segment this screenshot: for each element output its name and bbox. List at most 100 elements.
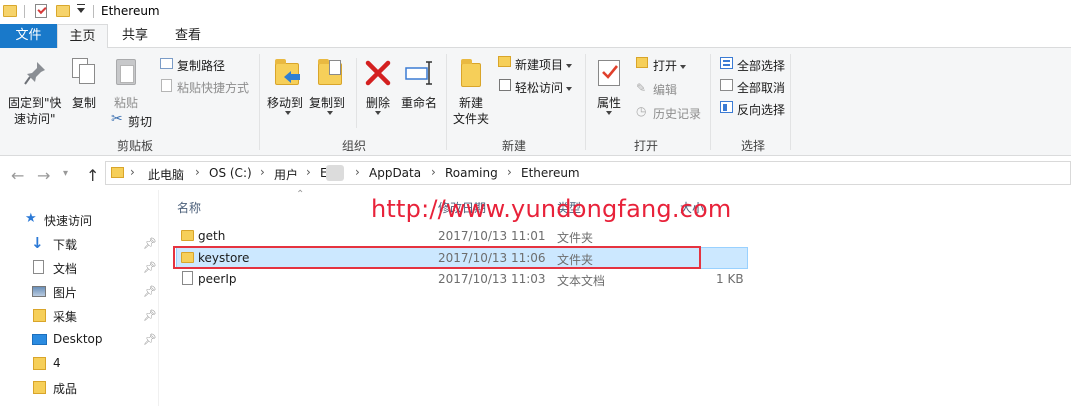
nav-item-label: 文档 xyxy=(53,262,78,276)
move-arrow-icon xyxy=(284,71,300,83)
clipboard-group-label: 剪贴板 xyxy=(116,139,153,153)
breadcrumb-chevron-icon[interactable]: › xyxy=(260,165,265,179)
nav-item-label: 成品 xyxy=(53,382,78,396)
paste-shortcut-icon xyxy=(161,79,172,92)
back-arrow-icon[interactable]: ← xyxy=(11,166,24,185)
separator xyxy=(356,58,357,128)
breadcrumb-chevron-icon[interactable]: › xyxy=(195,165,200,179)
rename-icon xyxy=(405,61,432,85)
pin-icon[interactable]: 📌︎ xyxy=(143,309,157,322)
select-none-icon xyxy=(720,79,733,91)
copy-to-dropdown-caret xyxy=(327,111,333,115)
tab-view[interactable]: 查看 xyxy=(163,24,213,49)
ribbon: 固定到"快 速访问" 复制 粘贴 复制路径 粘贴快捷方式 ✂ 剪切 剪贴板 移动… xyxy=(0,48,1071,156)
new-folder-icon xyxy=(461,59,481,87)
new-item-dropdown-caret xyxy=(566,63,573,68)
sort-ascending-icon: ⌃ xyxy=(296,189,305,200)
redacted-username xyxy=(326,165,344,181)
breadcrumb-ethereum[interactable]: Ethereum xyxy=(521,166,580,180)
picture-icon xyxy=(32,286,46,297)
folder-icon xyxy=(181,230,194,241)
forward-arrow-icon[interactable]: → xyxy=(37,166,50,185)
move-to-label: 移动到 xyxy=(267,96,304,110)
select-group-label: 选择 xyxy=(740,139,765,153)
nav-item-label: 4 xyxy=(53,356,61,370)
new-folder-quick-icon[interactable] xyxy=(56,5,70,17)
title-bar: Ethereum xyxy=(0,0,1071,24)
nav-item-label: 下载 xyxy=(53,238,78,252)
properties-quick-icon[interactable] xyxy=(35,4,47,18)
nav-item-documents[interactable]: 文档 📌︎ xyxy=(20,257,160,279)
pin-label-line2: 速访问" xyxy=(14,112,56,126)
file-name: peerIp xyxy=(198,272,237,286)
pin-icon[interactable]: 📌︎ xyxy=(143,285,157,298)
scissors-icon: ✂ xyxy=(111,111,123,127)
copy-to-doc-icon xyxy=(329,60,341,75)
pin-icon xyxy=(24,62,45,85)
easy-access-dropdown-caret xyxy=(566,86,573,91)
tab-file[interactable]: 文件 xyxy=(0,24,57,48)
separator xyxy=(93,5,94,18)
group-separator xyxy=(710,54,711,150)
file-date: 2017/10/13 11:03 xyxy=(438,272,546,286)
nav-quick-access[interactable]: ★ 快速访问 xyxy=(20,209,160,231)
group-separator xyxy=(259,54,260,150)
tab-share[interactable]: 共享 xyxy=(110,24,160,49)
file-type: 文件夹 xyxy=(557,231,594,245)
pin-icon[interactable]: 📌︎ xyxy=(143,261,157,274)
properties-label: 属性 xyxy=(597,96,622,110)
breadcrumb-users[interactable]: 用户 xyxy=(274,166,298,183)
breadcrumb-this-pc[interactable]: 此电脑 xyxy=(148,166,184,183)
nav-item-4[interactable]: 4 xyxy=(20,353,160,375)
breadcrumb-chevron-icon[interactable]: › xyxy=(306,165,311,179)
desktop-icon xyxy=(32,334,47,345)
explorer-window: Ethereum 文件 主页 共享 查看 固定到"快 速访问" 复制 粘贴 复制… xyxy=(0,0,1071,406)
address-folder-icon xyxy=(111,167,124,178)
nav-item-downloads[interactable]: ↓ 下载 📌︎ xyxy=(20,233,160,255)
breadcrumb-roaming[interactable]: Roaming xyxy=(445,166,498,180)
breadcrumb-os-c[interactable]: OS (C:) xyxy=(209,166,252,180)
breadcrumb-chevron-icon[interactable]: › xyxy=(355,165,360,179)
move-to-dropdown-caret xyxy=(285,111,291,115)
cut-label: 剪切 xyxy=(128,115,153,129)
document-icon xyxy=(33,260,44,274)
breadcrumb-chevron-icon[interactable]: › xyxy=(507,165,512,179)
copy-to-label: 复制到 xyxy=(309,96,346,110)
column-header-name[interactable]: 名称 xyxy=(177,199,201,216)
open-group-label: 打开 xyxy=(633,139,658,153)
nav-item-label: 采集 xyxy=(53,310,78,324)
copy-path-label: 复制路径 xyxy=(177,59,226,73)
pin-icon[interactable]: 📌︎ xyxy=(143,333,157,346)
invert-selection-label: 反向选择 xyxy=(737,103,786,117)
paste-label: 粘贴 xyxy=(114,96,139,110)
nav-item-collect[interactable]: 采集 📌︎ xyxy=(20,305,160,327)
nav-item-finished[interactable]: 成品 xyxy=(20,377,160,399)
select-all-label: 全部选择 xyxy=(737,59,786,73)
pin-label-line1: 固定到"快 xyxy=(8,96,62,110)
new-folder-label-line2: 文件夹 xyxy=(453,112,490,126)
pin-icon[interactable]: 📌︎ xyxy=(143,237,157,250)
file-row-peerip[interactable]: peerIp 2017/10/13 11:03 文本文档 1 KB xyxy=(176,268,748,290)
file-row-geth[interactable]: geth 2017/10/13 11:01 文件夹 xyxy=(176,225,748,247)
breadcrumb-chevron-icon[interactable]: › xyxy=(431,165,436,179)
delete-dropdown-caret xyxy=(375,111,381,115)
tab-home[interactable]: 主页 xyxy=(57,24,108,49)
up-arrow-icon[interactable]: ↑ xyxy=(86,166,99,185)
nav-item-pictures[interactable]: 图片 📌︎ xyxy=(20,281,160,303)
pane-divider[interactable] xyxy=(158,190,159,406)
copy-icon-back xyxy=(79,64,95,84)
new-item-label: 新建项目 xyxy=(515,56,573,73)
customize-toolbar-dropdown[interactable] xyxy=(77,4,85,13)
file-type: 文本文档 xyxy=(557,274,606,288)
invert-selection-icon xyxy=(720,101,733,113)
group-separator xyxy=(790,54,791,150)
nav-item-desktop[interactable]: Desktop 📌︎ xyxy=(20,329,160,351)
breadcrumb-chevron-icon[interactable]: › xyxy=(130,165,135,179)
folder-icon xyxy=(33,381,46,394)
recent-locations-chevron-icon[interactable]: ▾ xyxy=(63,168,68,179)
history-icon: ◷ xyxy=(636,104,647,118)
nav-quick-access-label: 快速访问 xyxy=(44,214,93,228)
paste-icon-sheet xyxy=(120,65,134,83)
open-icon xyxy=(636,57,648,68)
breadcrumb-appdata[interactable]: AppData xyxy=(369,166,421,180)
